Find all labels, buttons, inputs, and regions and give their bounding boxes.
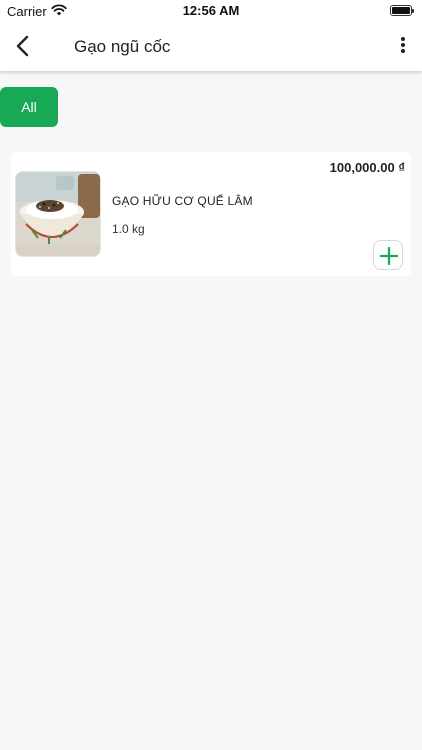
plus-icon — [380, 247, 398, 265]
product-name: GẠO HỮU CƠ QUẾ LÂM — [112, 194, 253, 208]
product-image — [15, 171, 101, 257]
product-card[interactable]: 100,000.00 ₫ GẠO HỮU CƠ QUẾ LÂM 1.0 kg — [11, 152, 411, 276]
page-title: Gạo ngũ cốc — [74, 37, 171, 56]
back-icon[interactable] — [14, 35, 32, 57]
filter-chip-all[interactable]: All — [0, 87, 58, 127]
clock-time: 12:56 AM — [182, 3, 240, 18]
rice-bowl-image — [16, 172, 100, 256]
product-price: 100,000.00 ₫ — [329, 160, 405, 175]
navigation-bar: Gạo ngũ cốc — [0, 22, 422, 71]
more-vertical-icon[interactable] — [400, 37, 406, 55]
battery-icon — [390, 5, 414, 16]
status-bar: Carrier 12:56 AM — [0, 0, 422, 22]
add-to-cart-button[interactable] — [373, 240, 403, 270]
product-weight: 1.0 kg — [112, 222, 145, 236]
